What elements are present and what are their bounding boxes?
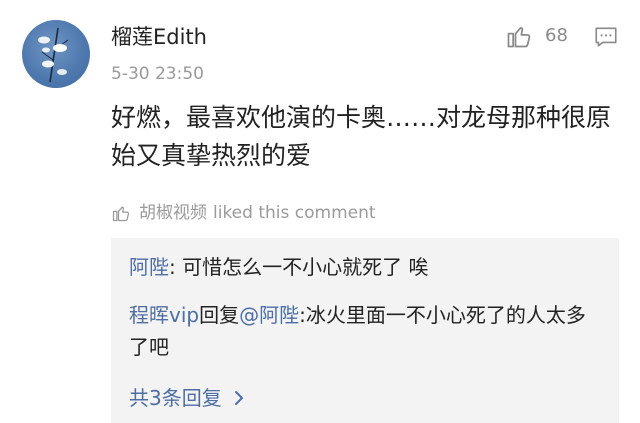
- reply-separator: :: [299, 303, 306, 327]
- thumbs-up-icon: [112, 206, 130, 222]
- liked-by-name[interactable]: 胡椒视频: [139, 200, 207, 226]
- like-count: 68: [545, 25, 568, 46]
- reply-author[interactable]: 阿陛: [129, 255, 169, 279]
- reply-separator: :: [169, 255, 183, 279]
- comment-body: 好燃，最喜欢他演的卡奥……对龙母那种很原始又真挚热烈的爱: [111, 103, 612, 170]
- reply-text: 可惜怎么一不小心就死了 唉: [182, 255, 429, 279]
- avatar-image: [38, 27, 69, 83]
- replies-panel: 阿陛: 可惜怎么一不小心就死了 唉 程晖vip回复@阿陛:冰火里面一不小心死了的…: [111, 238, 619, 423]
- reply-author[interactable]: 程晖vip: [129, 303, 199, 327]
- reply-mention[interactable]: @阿陛: [239, 303, 299, 327]
- comment-timestamp: 5-30 23:50: [111, 64, 204, 84]
- reply-button[interactable]: [593, 24, 619, 54]
- comment-icon: [595, 27, 617, 47]
- username[interactable]: 榴莲Edith: [111, 22, 207, 52]
- like-button[interactable]: 68: [505, 22, 568, 50]
- reply-item: 阿陛: 可惜怎么一不小心就死了 唉: [129, 251, 604, 283]
- thumbs-up-icon: [507, 26, 531, 48]
- more-replies-label: 共3条回复: [129, 386, 222, 410]
- reply-verb: 回复: [199, 303, 240, 327]
- chevron-right-icon: [234, 391, 243, 405]
- liked-by-suffix: liked this comment: [213, 203, 376, 223]
- reply-item: 程晖vip回复@阿陛:冰火里面一不小心死了的人太多了吧: [129, 299, 604, 363]
- liked-by-row: 胡椒视频 liked this comment: [111, 200, 376, 226]
- avatar[interactable]: [22, 20, 90, 88]
- more-replies-link[interactable]: 共3条回复: [129, 383, 246, 413]
